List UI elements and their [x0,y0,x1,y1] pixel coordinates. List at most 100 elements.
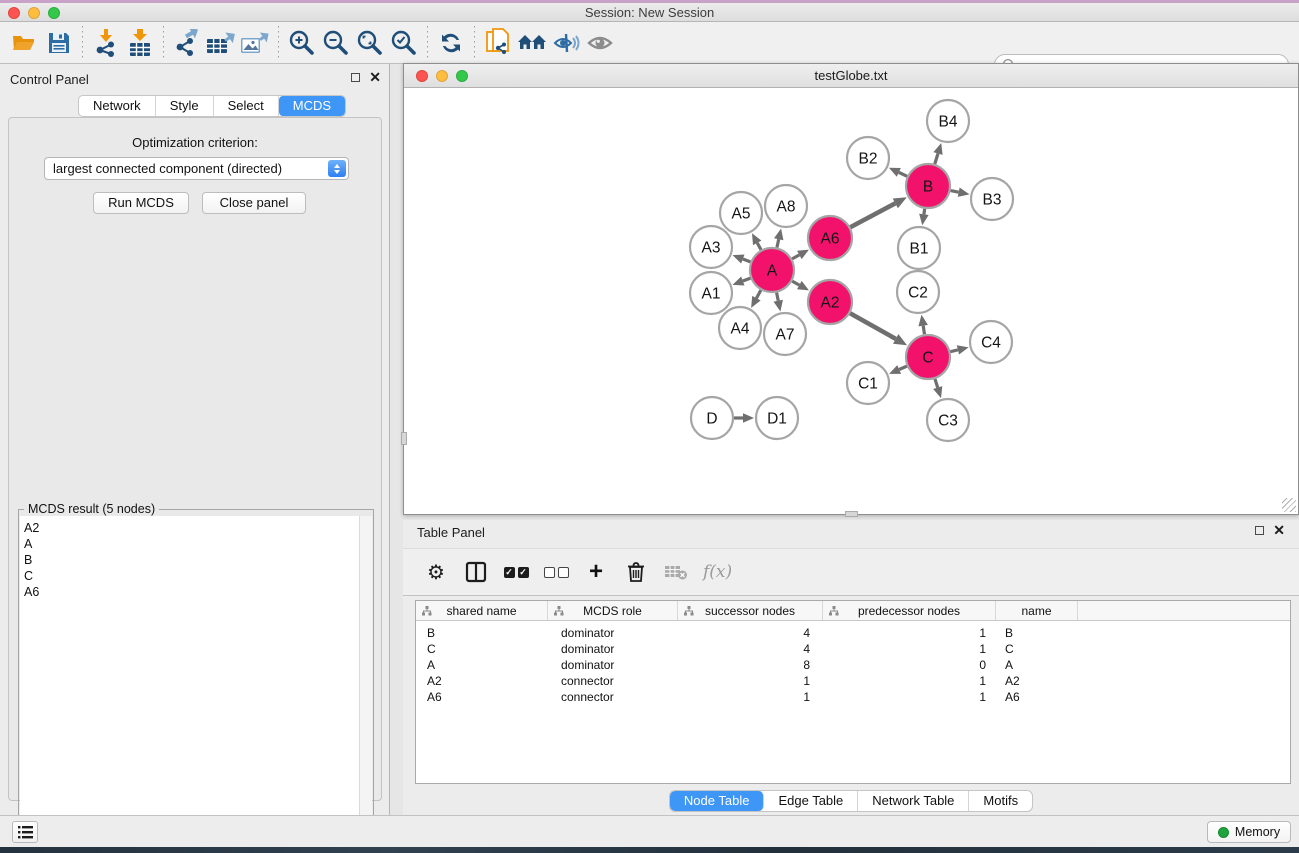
show-graphics-icon[interactable] [583,26,617,60]
criterion-select[interactable]: largest connected component (directed) [44,157,349,180]
tab-mcds[interactable]: MCDS [279,96,345,116]
edge-arrowhead-icon [733,277,745,286]
export-image-icon[interactable] [238,26,272,60]
column-layout-icon[interactable] [463,557,489,587]
column-header-successor-nodes[interactable]: successor nodes [678,601,823,620]
result-scrollbar[interactable] [359,516,372,849]
tab-select[interactable]: Select [214,96,279,116]
deselect-all-icon[interactable] [543,557,569,587]
table-row[interactable]: C dominator 4 1 C [416,641,1290,657]
window-bottom-handle[interactable] [845,511,858,517]
list-item[interactable]: A [24,536,359,552]
hide-graphics-icon[interactable] [549,26,583,60]
import-table-icon[interactable] [123,26,157,60]
export-network-icon[interactable] [170,26,204,60]
edge-arrowhead-icon [957,345,969,354]
save-icon[interactable] [42,26,76,60]
column-header-name[interactable]: name [996,601,1078,620]
task-history-button[interactable] [12,821,38,843]
optimization-criterion-label: Optimization criterion: [9,135,381,150]
graph-edge[interactable] [899,366,907,369]
desktop-edge-bottom [0,847,1299,853]
graph-node-label: C2 [908,285,928,302]
tab-network[interactable]: Network [79,96,156,116]
table-panel-title: Table Panel [417,525,485,540]
graph-edge[interactable] [756,290,760,298]
list-item[interactable]: A6 [24,584,359,600]
import-network-icon[interactable] [89,26,123,60]
memory-button[interactable]: Memory [1207,821,1291,843]
delete-icon[interactable] [623,557,649,587]
graph-edge[interactable] [850,203,895,227]
zoom-fit-icon[interactable] [353,26,387,60]
column-type-icon [829,606,839,616]
graph-edge[interactable] [935,379,938,388]
graph-node-label: C4 [981,335,1001,352]
column-header-predecessor-nodes[interactable]: predecessor nodes [823,601,996,620]
list-item[interactable]: A2 [24,520,359,536]
table-row[interactable]: A2 connector 1 1 A2 [416,673,1290,689]
table-row[interactable]: A6 connector 1 1 A6 [416,689,1290,705]
graph-edge[interactable] [923,326,924,335]
list-icon [18,826,33,839]
float-panel-icon[interactable] [351,73,360,82]
graph-edge[interactable] [777,239,779,247]
graph-node-label: A2 [821,295,840,312]
edge-arrowhead-icon [918,315,927,327]
run-mcds-button[interactable]: Run MCDS [93,192,189,214]
tab-style[interactable]: Style [156,96,214,116]
open-folder-icon[interactable] [8,26,42,60]
zoom-out-icon[interactable] [319,26,353,60]
graph-edge[interactable] [950,350,958,352]
list-item[interactable]: B [24,552,359,568]
network-window-title: testGlobe.txt [404,68,1298,83]
zoom-selected-icon[interactable] [387,26,421,60]
graph-edge[interactable] [850,313,896,339]
node-table[interactable]: shared name MCDS role successor nodes pr… [415,600,1291,784]
edge-arrowhead-icon [933,143,942,155]
graph-edge[interactable] [743,259,751,262]
graph-edge[interactable] [935,153,938,164]
copy-network-icon[interactable] [481,26,515,60]
column-header-mcds-role[interactable]: MCDS role [548,601,678,620]
add-column-icon[interactable]: + [583,557,609,587]
export-table-icon[interactable] [204,26,238,60]
tab-network-table[interactable]: Network Table [858,791,969,811]
window-side-handle[interactable] [401,432,407,445]
graph-edge[interactable] [743,278,751,281]
graph-node-label: C1 [858,376,878,393]
close-table-panel-icon[interactable]: ✕ [1273,526,1285,535]
gear-icon[interactable]: ⚙ [423,557,449,587]
tab-node-table[interactable]: Node Table [670,791,765,811]
tab-motifs[interactable]: Motifs [969,791,1032,811]
network-window-titlebar[interactable]: testGlobe.txt [404,64,1298,88]
refresh-icon[interactable] [434,26,468,60]
list-item[interactable]: C [24,568,359,584]
tab-edge-table[interactable]: Edge Table [764,791,858,811]
float-table-panel-icon[interactable] [1255,526,1264,535]
table-header-row: shared name MCDS role successor nodes pr… [416,601,1290,621]
mcds-result-list[interactable]: A2 A B C A6 [20,516,359,849]
resize-grip[interactable] [1282,498,1296,512]
graph-node-label: D [706,411,717,428]
graph-edge[interactable] [951,191,959,193]
home-icon[interactable] [515,26,549,60]
graph-edge[interactable] [924,209,925,215]
network-canvas[interactable]: B4B2BB3B1A5A8A3A6AA1C2A2A4A7CC4C1C3DD1 [405,89,1297,513]
column-header-shared-name[interactable]: shared name [416,601,548,620]
graph-edge[interactable] [792,255,799,259]
graph-edge[interactable] [792,281,799,285]
graph-edge[interactable] [777,293,779,301]
table-panel: Table Panel ✕ ⚙ ✓✓ + f(x) [403,520,1299,815]
graph-edge[interactable] [899,172,907,176]
table-row[interactable]: A dominator 8 0 A [416,657,1290,673]
table-row[interactable]: B dominator 4 1 B [416,625,1290,641]
close-panel-icon[interactable]: ✕ [369,73,381,82]
graph-node-label: A3 [702,240,721,257]
network-graph[interactable]: B4B2BB3B1A5A8A3A6AA1C2A2A4A7CC4C1C3DD1 [405,89,1297,513]
close-panel-button[interactable]: Close panel [202,192,306,214]
column-type-icon [554,606,564,616]
graph-edge[interactable] [757,243,761,250]
zoom-in-icon[interactable] [285,26,319,60]
select-all-icon[interactable]: ✓✓ [503,557,529,587]
